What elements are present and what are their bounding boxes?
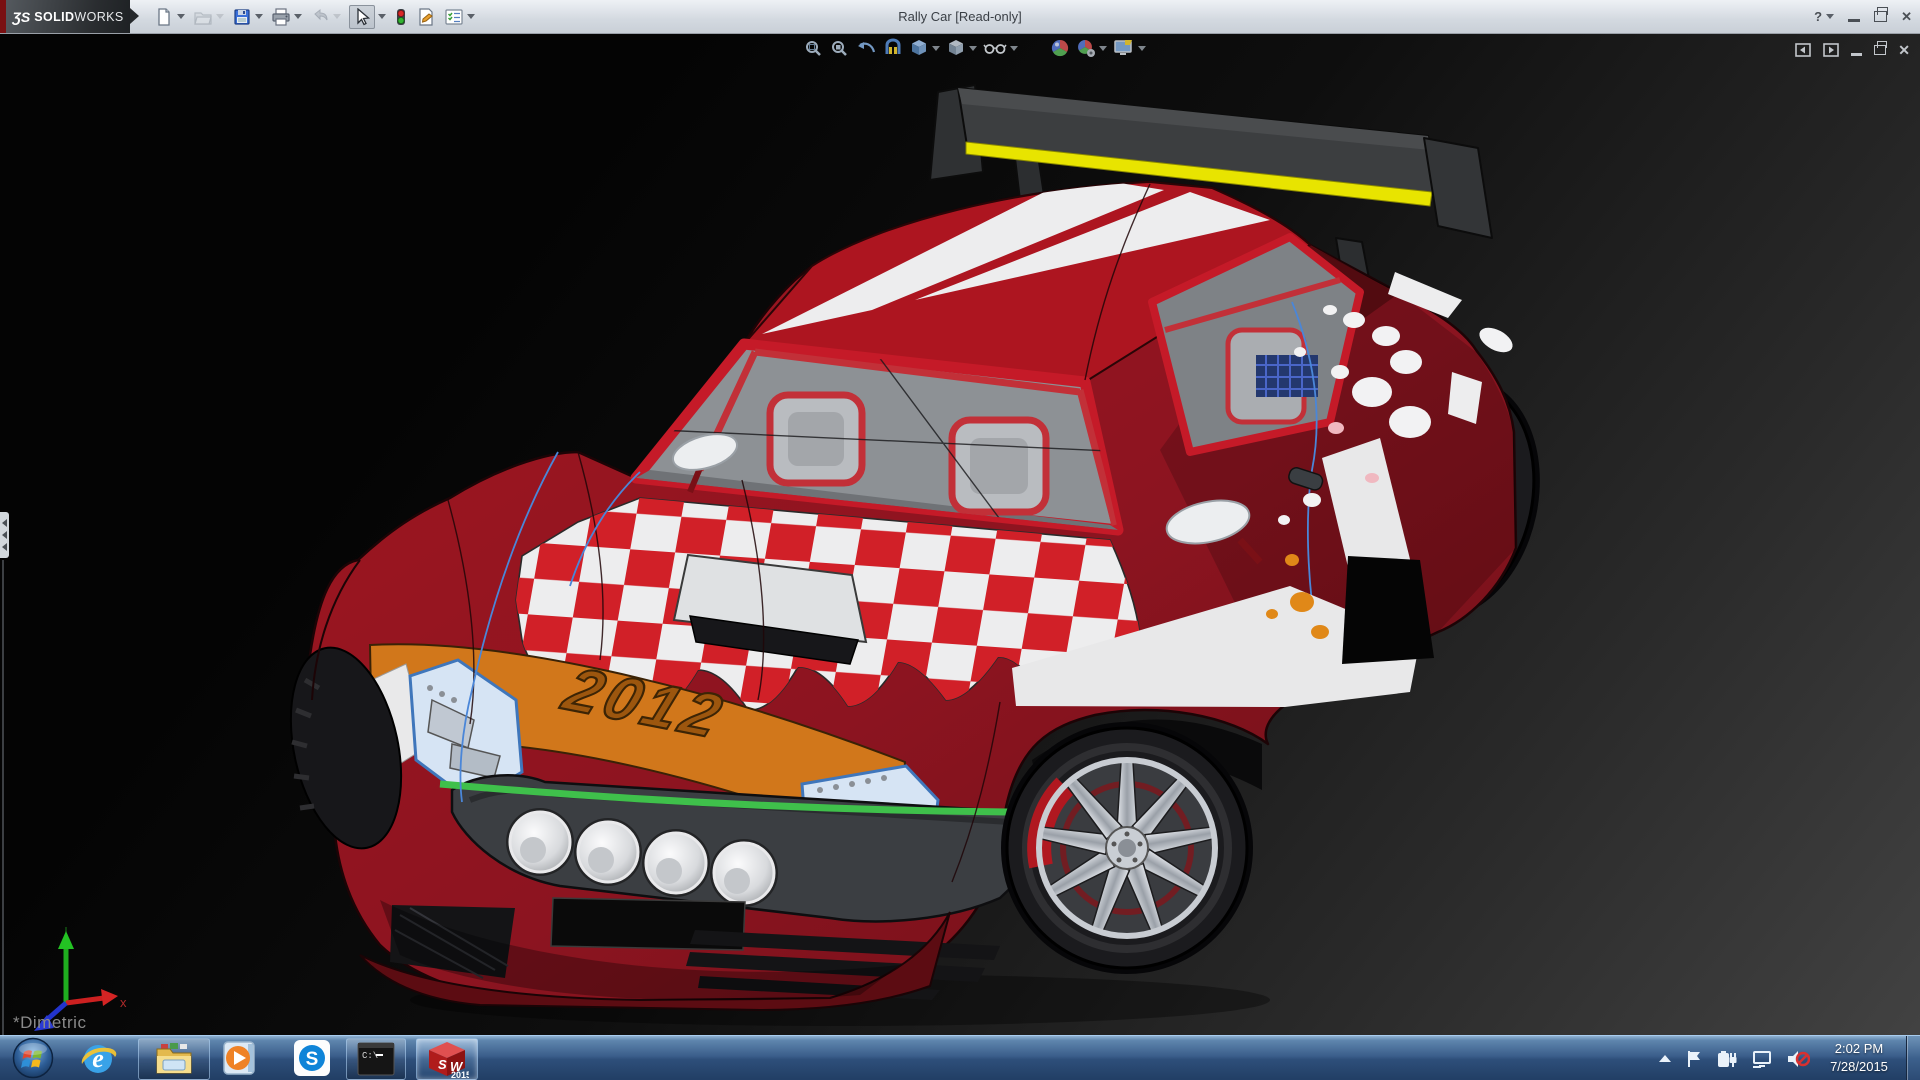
clock-date: 7/28/2015: [1816, 1058, 1902, 1076]
save-dropdown[interactable]: [255, 14, 263, 19]
undo-icon: [310, 7, 330, 27]
solidworks-logo: ƷS SOLIDWORKS: [6, 0, 130, 33]
logo-arrow[interactable]: [130, 8, 139, 24]
restore-button[interactable]: [1874, 11, 1887, 22]
taskbar-windows-explorer[interactable]: [138, 1038, 210, 1080]
rear-wheel-arch: [1342, 556, 1434, 664]
skype-icon: S: [292, 1038, 332, 1078]
x-axis: [66, 998, 104, 1003]
close-button[interactable]: ✕: [1901, 10, 1912, 23]
open-dropdown[interactable]: [216, 14, 224, 19]
titlebar: ƷS SOLIDWORKS: [0, 0, 1920, 34]
cmd-prompt-text: C:\: [362, 1051, 378, 1061]
solidworks-app-icon: S W 2015: [425, 1039, 469, 1079]
taskbar-media-player[interactable]: [216, 1038, 264, 1078]
power-icon[interactable]: [1716, 1049, 1738, 1069]
system-tray: [1658, 1036, 1810, 1080]
volume-muted-icon[interactable]: [1786, 1049, 1810, 1069]
show-hidden-icons-button[interactable]: [1658, 1053, 1672, 1065]
media-player-icon: [220, 1038, 260, 1078]
clock-time: 2:02 PM: [1816, 1040, 1902, 1058]
help-dropdown[interactable]: [1826, 14, 1834, 19]
select-cursor-icon: [354, 8, 370, 26]
printer-icon: [271, 7, 291, 27]
svg-text:S: S: [306, 1049, 319, 1070]
select-dropdown[interactable]: [378, 14, 386, 19]
taskbar-solidworks[interactable]: S W 2015: [416, 1038, 478, 1080]
view-orientation-label: *Dimetric: [13, 1013, 86, 1033]
sw-letter-s: S: [438, 1057, 447, 1072]
internet-explorer-icon: e: [78, 1038, 118, 1078]
undo-button[interactable]: [310, 7, 341, 27]
select-button[interactable]: [349, 5, 386, 29]
minimize-button[interactable]: [1848, 19, 1860, 22]
sw-year-badge: 2015: [451, 1070, 469, 1079]
taskbar: e S: [0, 1035, 1920, 1080]
options-button[interactable]: [444, 7, 475, 27]
taskbar-clock[interactable]: 2:02 PM 7/28/2015: [1816, 1040, 1902, 1076]
taskbar-command-prompt[interactable]: C:\: [346, 1038, 406, 1080]
front-wheel[interactable]: [1001, 722, 1253, 974]
print-button[interactable]: [271, 7, 302, 27]
command-prompt-icon: C:\: [356, 1041, 396, 1077]
undo-dropdown[interactable]: [333, 14, 341, 19]
rebuild-traffic-light-icon: [394, 7, 408, 27]
save-floppy-icon: [232, 7, 252, 27]
dassault-3ds-mark: ƷS: [12, 9, 30, 25]
rebuild-button[interactable]: [394, 7, 408, 27]
folder-icon: [153, 1040, 195, 1078]
options-checklist-icon: [444, 7, 464, 27]
rally-car-model[interactable]: 2012: [0, 33, 1920, 1035]
options-dropdown[interactable]: [467, 14, 475, 19]
taskbar-internet-explorer[interactable]: e: [74, 1038, 122, 1078]
window-title: Rally Car [Read-only]: [898, 0, 1022, 33]
new-document-icon: [154, 7, 174, 27]
action-center-flag-icon[interactable]: [1685, 1049, 1703, 1069]
open-button[interactable]: [193, 7, 224, 27]
save-button[interactable]: [232, 7, 263, 27]
print-dropdown[interactable]: [294, 14, 302, 19]
graphics-viewport[interactable]: ✕: [0, 33, 1920, 1035]
standard-toolbar: [150, 0, 479, 33]
file-properties-button[interactable]: [416, 7, 436, 27]
solidworks-screen: ƷS SOLIDWORKS: [0, 0, 1920, 1080]
network-icon[interactable]: [1751, 1049, 1773, 1069]
interior-blue-checker: [1256, 355, 1318, 397]
open-folder-icon: [193, 7, 213, 27]
select-pressed-box: [349, 5, 375, 29]
window-controls: ? ✕: [1814, 0, 1912, 33]
file-properties-icon: [416, 7, 436, 27]
windows-start-orb: [12, 1037, 54, 1079]
new-button[interactable]: [154, 7, 185, 27]
start-button[interactable]: [10, 1038, 56, 1078]
help-button[interactable]: ?: [1814, 10, 1834, 23]
taskbar-skype[interactable]: S: [288, 1038, 336, 1078]
x-axis-label: x: [120, 995, 127, 1010]
new-dropdown[interactable]: [177, 14, 185, 19]
show-desktop-button[interactable]: [1906, 1036, 1920, 1080]
